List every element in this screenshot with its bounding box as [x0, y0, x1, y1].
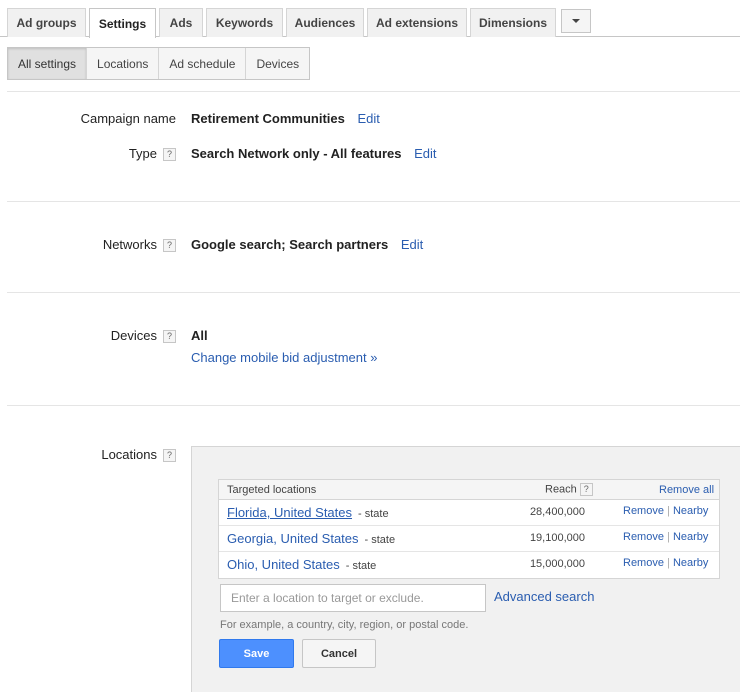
- tab-dimensions[interactable]: Dimensions: [470, 8, 556, 37]
- tab-ads[interactable]: Ads: [159, 8, 203, 37]
- location-cell: Florida, United States - state: [227, 505, 389, 520]
- remove-link[interactable]: Remove: [623, 531, 664, 543]
- header-targeted-locations: Targeted locations: [227, 484, 317, 496]
- change-mobile-bid-link[interactable]: Change mobile bid adjustment »: [191, 350, 377, 365]
- help-icon[interactable]: ?: [163, 148, 176, 162]
- location-type: - state: [345, 560, 377, 572]
- header-reach-text: Reach: [545, 483, 577, 496]
- remove-all-link[interactable]: Remove all: [659, 484, 714, 496]
- location-link[interactable]: Ohio, United States: [227, 557, 340, 572]
- networks-label: Networks?: [60, 237, 176, 253]
- campaign-name-edit-link[interactable]: Edit: [358, 111, 380, 126]
- section-divider: [7, 292, 740, 293]
- devices-label-text: Devices: [110, 328, 157, 343]
- action-separator: |: [667, 505, 670, 517]
- type-text: Search Network only - All features: [191, 146, 402, 161]
- campaign-name-value: Retirement Communities Edit: [191, 111, 380, 126]
- row-actions: Remove | Nearby: [623, 557, 708, 569]
- settings-subtabs: All settings Locations Ad schedule Devic…: [7, 47, 311, 80]
- cancel-button[interactable]: Cancel: [302, 639, 376, 668]
- nearby-link[interactable]: Nearby: [673, 505, 708, 517]
- subtab-ad-schedule[interactable]: Ad schedule: [159, 48, 247, 79]
- locations-label-text: Locations: [101, 447, 157, 462]
- action-separator: |: [667, 557, 670, 569]
- section-divider: [7, 201, 740, 202]
- locations-panel: Targeted locations Reach? Remove all Flo…: [191, 446, 740, 692]
- section-divider: [7, 405, 740, 406]
- action-separator: |: [667, 531, 670, 543]
- campaign-name-label: Campaign name: [80, 111, 176, 126]
- help-icon[interactable]: ?: [163, 239, 176, 253]
- table-row: Florida, United States - state 28,400,000…: [219, 500, 719, 526]
- location-link[interactable]: Florida, United States: [227, 505, 352, 520]
- type-value: Search Network only - All features Edit: [191, 146, 437, 161]
- location-link[interactable]: Georgia, United States: [227, 531, 359, 546]
- tab-audiences[interactable]: Audiences: [286, 8, 364, 37]
- more-tabs-dropdown[interactable]: [561, 9, 591, 33]
- remove-link[interactable]: Remove: [623, 505, 664, 517]
- tab-ad-extensions[interactable]: Ad extensions: [367, 8, 467, 37]
- nearby-link[interactable]: Nearby: [673, 557, 708, 569]
- table-header: Targeted locations Reach? Remove all: [219, 480, 719, 500]
- chevron-down-icon: [572, 19, 580, 23]
- type-label-text: Type: [128, 146, 157, 161]
- type-label: Type?: [60, 146, 176, 162]
- table-row: Ohio, United States - state 15,000,000 Re…: [219, 552, 719, 578]
- table-row: Georgia, United States - state 19,100,000…: [219, 526, 719, 552]
- help-icon[interactable]: ?: [579, 483, 593, 496]
- devices-value: All: [191, 328, 208, 343]
- location-cell: Ohio, United States - state: [227, 557, 376, 572]
- reach-value: 15,000,000: [529, 558, 585, 570]
- main-tabbar: Ad groups Settings Ads Keywords Audience…: [0, 0, 740, 38]
- devices-label: Devices?: [60, 328, 176, 344]
- help-icon[interactable]: ?: [163, 449, 176, 463]
- location-type: - state: [358, 508, 389, 520]
- location-type: - state: [364, 534, 396, 546]
- save-button[interactable]: Save: [219, 639, 294, 668]
- section-divider: [7, 91, 740, 92]
- type-edit-link[interactable]: Edit: [414, 146, 436, 161]
- nearby-link[interactable]: Nearby: [673, 531, 708, 543]
- networks-edit-link[interactable]: Edit: [401, 237, 423, 252]
- targeted-locations-table: Targeted locations Reach? Remove all Flo…: [218, 479, 720, 579]
- reach-value: 19,100,000: [529, 532, 585, 544]
- subtab-locations[interactable]: Locations: [87, 48, 160, 79]
- campaign-name-text: Retirement Communities: [191, 111, 345, 126]
- location-search-input[interactable]: [220, 584, 486, 612]
- help-icon[interactable]: ?: [163, 330, 176, 344]
- subtab-all-settings[interactable]: All settings: [8, 48, 88, 79]
- networks-text: Google search; Search partners: [191, 237, 389, 252]
- tab-settings[interactable]: Settings: [89, 8, 156, 38]
- row-actions: Remove | Nearby: [623, 531, 708, 543]
- header-reach: Reach?: [545, 483, 593, 496]
- tab-ad-groups[interactable]: Ad groups: [7, 8, 86, 37]
- subtab-devices[interactable]: Devices: [246, 48, 309, 79]
- location-cell: Georgia, United States - state: [227, 531, 395, 546]
- networks-value: Google search; Search partners Edit: [191, 237, 423, 252]
- reach-value: 28,400,000: [529, 506, 585, 518]
- tab-keywords[interactable]: Keywords: [206, 8, 283, 37]
- row-actions: Remove | Nearby: [623, 505, 708, 517]
- remove-link[interactable]: Remove: [623, 557, 664, 569]
- networks-label-text: Networks: [102, 237, 157, 252]
- advanced-search-link[interactable]: Advanced search: [494, 589, 594, 604]
- locations-label: Locations?: [60, 447, 176, 463]
- location-search-hint: For example, a country, city, region, or…: [220, 619, 469, 631]
